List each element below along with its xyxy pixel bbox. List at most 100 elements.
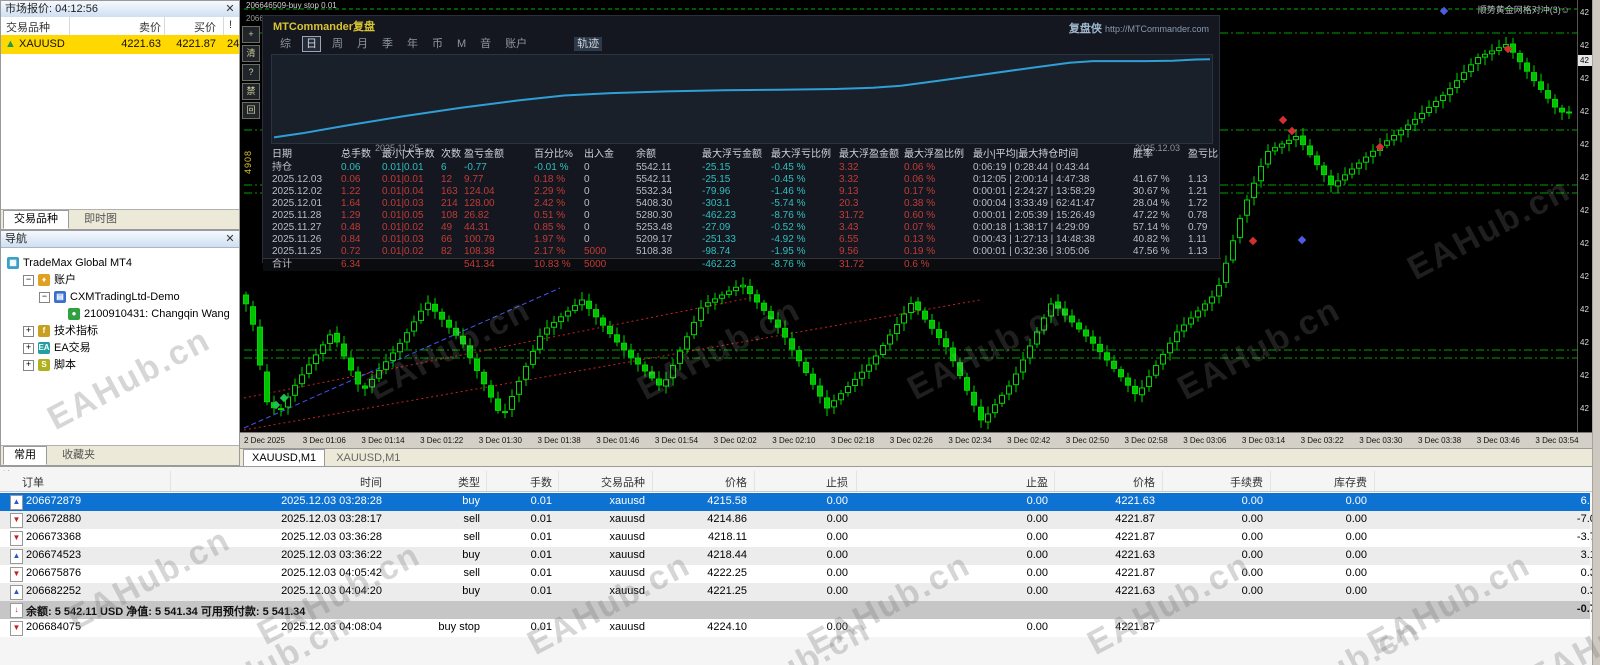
stats-header-cell: 盈亏金额 [464,149,504,160]
stats-row-持仓: 持仓 0.06 0.01|0.01 6 -0.77 -0.01 % 0 5542.11 -25.… [263,162,1221,174]
expand-icon[interactable]: + [23,325,34,337]
orders-col-订单: 订单 [22,477,44,489]
help-button[interactable]: ? [242,64,260,81]
clear-button[interactable]: 清 [242,45,260,62]
order-price2: 4221.63 [1115,495,1155,507]
time-tick-label: 3 Dec 01:06 [302,436,346,445]
tab-tick-chart[interactable]: 即时图 [74,211,127,228]
move-icon[interactable]: + [242,26,260,43]
collapse-icon[interactable]: − [39,291,50,303]
sell-order-icon: ▼ [10,567,23,582]
order-id: 206673368 [26,531,82,543]
order-row-206672880[interactable]: ▼ 206672880 2025.12.03 03:28:17 sell 0.01 xau… [0,511,1600,529]
menu-item-季[interactable]: 季 [379,37,396,51]
stats-cell: 5000 [584,246,607,257]
col-bid: 卖价 [139,22,161,34]
order-row-206675876[interactable]: ▼ 206675876 2025.12.03 04:05:42 sell 0.01 xau… [0,565,1600,583]
buy-order-icon: ▲ [10,585,23,600]
chart-tab-2[interactable]: XAUUSD,M1 [328,450,408,466]
sidebar-item-技术指标[interactable]: + f 技术指标 [23,323,98,339]
price-tick-label: 42 [1580,8,1589,17]
terminal-icon: ▦ [7,257,19,270]
time-tick-label: 3 Dec 02:02 [713,436,757,445]
order-sl: 0.00 [826,567,848,579]
tab-favorites[interactable]: 收藏夹 [52,447,105,464]
lock-button[interactable]: 禁 [242,83,260,100]
order-price2: 4221.63 [1115,585,1155,597]
price-tick-label: 42 [1580,140,1589,149]
menu-item-音[interactable]: 音 [477,37,494,51]
time-tick-label: 3 Dec 03:22 [1300,436,1344,445]
stats-cell: 0 [584,174,590,185]
sidebar-item-2100910431: Changqin Wang[interactable]: ● 2100910431: Changqin Wang [55,306,230,322]
sidebar-item-root[interactable]: ▦ TradeMax Global MT4 [7,255,132,271]
stats-row-2025.12.02: 2025.12.02 1.22 0.01|0.04 163 124.04 2.29 % 0 5… [263,186,1221,198]
order-row-206673368[interactable]: ▼ 206673368 2025.12.03 03:36:28 sell 0.01 xau… [0,529,1600,547]
order-row-206672879[interactable]: ▲ 206672879 2025.12.03 03:28:28 buy 0.01 xauu… [0,493,1600,511]
mtcommander-panel: MTCommander复盘 复盘侠 http://MTCommander.com… [262,15,1221,271]
stats-header-cell: 胜率 [1133,149,1153,160]
stats-cell: 0.06 % [904,174,936,185]
time-tick-label: 3 Dec 01:38 [537,436,581,445]
stats-header-row: 日期 总手数 最小|大手数 次数 盈亏金额 百分比% 出入金 余额 最大浮亏金额 最大浮亏比例 最大… [263,149,1221,161]
stats-cell: 0:00:01 | 2:05:39 | 15:26:49 [973,210,1095,221]
expand-icon[interactable]: + [23,359,34,371]
stats-cell: 100.79 [464,234,495,245]
back-button[interactable]: 回 [242,102,260,119]
order-id: 206672880 [26,513,82,525]
menu-item-日[interactable]: 日 [302,36,321,52]
stats-date-cell: 2025.12.03 [272,174,323,185]
price-tick-label: 42 [1580,305,1589,314]
menu-item-账户[interactable]: 账户 [502,37,530,51]
bid-value: 4221.63 [121,38,161,50]
window-scrollbar[interactable] [1592,0,1600,665]
expand-icon[interactable]: + [23,342,34,354]
menu-item-综[interactable]: 综 [277,37,294,51]
order-row-206684075[interactable]: ▼ 206684075 2025.12.03 04:08:04 buy stop 0.0… [0,619,1590,637]
time-tick-label: 3 Dec 02:10 [772,436,816,445]
stats-header-cell: 最大浮盈金额 [839,149,899,160]
stats-cell: -8.76 % [771,259,806,270]
menu-item-币[interactable]: 币 [429,37,446,51]
menu-item-年[interactable]: 年 [404,37,421,51]
menu-item-周[interactable]: 周 [329,37,346,51]
chart-tab-1[interactable]: XAUUSD,M1 [243,449,326,466]
stats-cell: 1.13 [1188,246,1208,257]
stats-cell: 214 [441,198,458,209]
sidebar-item-账户[interactable]: − ♦ 账户 [23,272,76,288]
order-tp: 0.00 [1026,495,1048,507]
order-row-206682252[interactable]: ▲ 206682252 2025.12.03 04:04:20 buy 0.01 xauu… [0,583,1600,601]
tab-common[interactable]: 常用 [3,446,47,465]
menu-item-M[interactable]: M [454,37,469,51]
close-icon[interactable]: ✕ [224,1,236,17]
stats-cell: 6 [441,162,447,173]
orders-col-止盈: 止盈 [1026,477,1048,489]
sidebar-item-CXMTradingLtd-Demo[interactable]: − ▤ CXMTradingLtd-Demo [39,289,180,305]
account-summary-text: 余额: 5 542.11 USD 净值: 5 541.34 可用预付款: 5 5… [26,606,306,618]
order-row-206674523[interactable]: ▲ 206674523 2025.12.03 03:36:22 buy 0.01 xauu… [0,547,1600,565]
price-tick-label: 42 [1580,404,1589,413]
tab-symbols[interactable]: 交易品种 [3,210,69,229]
order-sl: 0.00 [826,549,848,561]
stats-cell: 6.55 [839,234,859,245]
sidebar-item-脚本[interactable]: + S 脚本 [23,357,76,373]
order-price2: 4221.63 [1115,549,1155,561]
stats-cell: 1.11 [1188,234,1207,245]
stats-cell: 0 [584,198,590,209]
sidebar-item-EA交易[interactable]: + EA EA交易 [23,340,91,356]
symbol-name: XAUUSD [19,38,65,50]
ask-value: 4221.87 [176,38,216,50]
time-tick-label: 3 Dec 02:42 [1007,436,1051,445]
market-watch-panel: 市场报价: 04:12:56 ✕ 交易品种 卖价 买价 ! ▲ XAUUSD 4… [0,0,240,230]
time-tick-label: 3 Dec 02:50 [1065,436,1109,445]
orders-col-价格: 价格 [1133,477,1155,489]
close-icon[interactable]: ✕ [224,231,236,247]
stats-date-cell: 合计 [272,259,292,270]
collapse-icon[interactable]: − [23,274,34,286]
stats-cell: 541.34 [464,259,495,270]
stats-row-2025.12.01: 2025.12.01 1.64 0.01|0.03 214 128.00 2.42 % 0 5… [263,198,1221,210]
stats-cell: 9.77 [464,174,484,185]
menu-item-月[interactable]: 月 [354,37,371,51]
track-button[interactable]: 轨迹 [574,37,603,51]
symbol-row-xauusd[interactable]: ▲ XAUUSD 4221.63 4221.87 24 [1,35,239,54]
